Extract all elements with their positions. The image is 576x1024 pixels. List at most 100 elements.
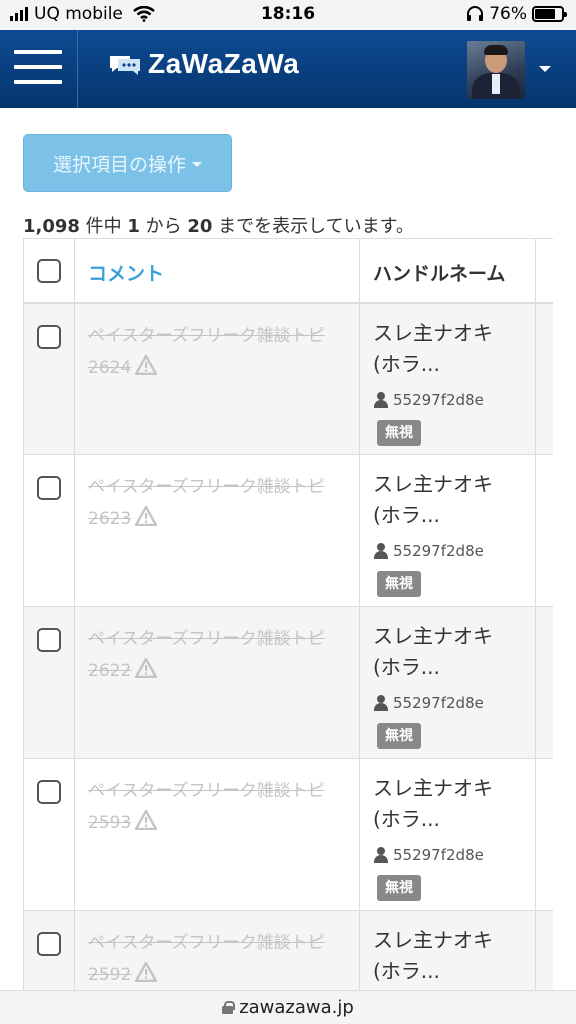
comment-cell[interactable]: ペイスターズフリーク雑談トピ 2592	[74, 910, 360, 990]
column-header-handle: ハンドルネーム	[359, 238, 536, 304]
avatar[interactable]	[467, 41, 525, 99]
lock-icon	[222, 1001, 236, 1014]
comment-title[interactable]: ペイスターズフリーク雑談トピ	[88, 629, 325, 649]
comment-title[interactable]: ペイスターズフリーク雑談トピ	[88, 933, 325, 953]
comment-title[interactable]: ペイスターズフリーク雑談トピ	[88, 781, 325, 801]
column-header-comment[interactable]: コメント	[74, 238, 360, 304]
user-id: 55297f2d8e	[373, 845, 535, 865]
select-all-cell	[23, 238, 75, 304]
truncated-cell	[535, 758, 553, 911]
summary-text-2: から	[139, 216, 188, 237]
user-icon	[373, 695, 389, 711]
table-row[interactable]: ペイスターズフリーク雑談トピ 2623 スレ主ナオキ (ホラ... 55297f2d8e…	[23, 454, 553, 607]
table-row[interactable]: ペイスターズフリーク雑談トピ 2622 スレ主ナオキ (ホラ... 55297f2d8e…	[23, 606, 553, 759]
summary-to: 20	[187, 216, 213, 237]
handle-name-line1[interactable]: スレ主ナオキ	[373, 318, 535, 349]
table-row[interactable]: ペイスターズフリーク雑談トピ 2593 スレ主ナオキ (ホラ... 55297f2d8e…	[23, 758, 553, 911]
chat-bubble-logo-icon	[110, 56, 140, 75]
ignore-button[interactable]: 無視	[377, 419, 421, 446]
user-id-text: 55297f2d8e	[393, 846, 484, 864]
row-select-cell	[23, 910, 75, 990]
comment-number[interactable]: 2592	[88, 965, 131, 985]
row-checkbox[interactable]	[37, 628, 61, 652]
warning-icon	[135, 354, 158, 375]
user-id-text: 55297f2d8e	[393, 390, 484, 409]
handle-name-line2[interactable]: (ホラ...	[373, 804, 535, 835]
comment-cell[interactable]: ペイスターズフリーク雑談トピ 2593	[74, 758, 360, 911]
truncated-cell	[535, 454, 553, 607]
comment-cell[interactable]: ペイスターズフリーク雑談トピ 2624	[74, 302, 360, 455]
row-checkbox[interactable]	[37, 324, 61, 349]
user-id: 55297f2d8e	[373, 390, 535, 410]
ignore-button[interactable]: 無視	[377, 571, 421, 597]
headphones-icon	[467, 6, 484, 21]
chevron-down-icon[interactable]	[539, 66, 551, 72]
row-select-cell	[23, 606, 75, 759]
comment-cell[interactable]: ペイスターズフリーク雑談トピ 2622	[74, 606, 360, 759]
column-header-next	[535, 238, 553, 304]
row-checkbox[interactable]	[37, 476, 61, 500]
row-select-cell	[23, 454, 75, 607]
comment-number[interactable]: 2623	[88, 509, 131, 529]
summary-text-1: 件中	[79, 216, 128, 237]
truncated-cell	[535, 606, 553, 759]
warning-icon	[135, 658, 158, 678]
table-header-row: コメント ハンドルネーム	[23, 238, 553, 304]
ignore-button[interactable]: 無視	[377, 875, 421, 901]
handle-cell: スレ主ナオキ(ホラ... 55297f2d8e 無視	[359, 454, 536, 607]
comment-title[interactable]: ペイスターズフリーク雑談トピ	[88, 477, 325, 497]
table-row[interactable]: ペイスターズフリーク雑談トピ 2592 スレ主ナオキ(ホラ...55297f2d8e…	[23, 910, 553, 990]
comments-table: コメント ハンドルネーム ペイスターズフリーク雑談トピ 2624 スレ主ナオキ (ホラ…	[23, 238, 553, 990]
summary-total: 1,098	[23, 216, 80, 237]
user-icon	[373, 543, 389, 559]
warning-icon	[135, 506, 158, 526]
handle-name-line2[interactable]: (ホラ...	[373, 956, 535, 987]
truncated-cell	[535, 302, 553, 455]
url-domain: zawazawa.jp	[239, 997, 354, 1018]
site-logo[interactable]: ZaWaZaWa	[108, 48, 299, 80]
row-checkbox[interactable]	[37, 932, 61, 956]
select-all-checkbox[interactable]	[37, 259, 61, 283]
user-id: 55297f2d8e	[373, 541, 535, 561]
handle-name-line2[interactable]: (ホラ...	[373, 652, 535, 683]
comment-title[interactable]: ペイスターズフリーク雑談トピ	[88, 326, 325, 346]
browser-url-bar[interactable]: zawazawa.jp	[0, 990, 576, 1024]
caret-down-icon	[192, 162, 202, 167]
comment-number[interactable]: 2622	[88, 661, 131, 681]
site-header: ZaWaZaWa	[0, 30, 576, 108]
status-bar: UQ mobile 18:16 76%	[0, 0, 576, 30]
handle-cell: スレ主ナオキ(ホラ...55297f2d8e無視	[359, 910, 536, 990]
row-select-cell	[23, 758, 75, 911]
summary-from: 1	[127, 216, 140, 237]
handle-name-line1[interactable]: スレ主ナオキ	[373, 925, 535, 956]
table-row[interactable]: ペイスターズフリーク雑談トピ 2624 スレ主ナオキ (ホラ... 55297f2d8e…	[23, 302, 553, 455]
bulk-action-button[interactable]: 選択項目の操作	[23, 134, 232, 192]
header-divider	[77, 30, 78, 108]
handle-name-line1[interactable]: スレ主ナオキ	[373, 621, 535, 652]
hamburger-menu-icon[interactable]	[14, 50, 62, 88]
truncated-cell	[535, 910, 553, 990]
handle-name-line1[interactable]: スレ主ナオキ	[373, 469, 535, 500]
user-id: 55297f2d8e	[373, 693, 535, 713]
user-icon	[373, 847, 389, 863]
handle-name-line2[interactable]: (ホラ...	[373, 349, 535, 380]
handle-name-line1[interactable]: スレ主ナオキ	[373, 773, 535, 804]
summary-text-3: までを表示しています。	[212, 216, 414, 237]
battery-icon	[532, 6, 567, 22]
user-id-text: 55297f2d8e	[393, 542, 484, 560]
comments-table-container[interactable]: コメント ハンドルネーム ペイスターズフリーク雑談トピ 2624 スレ主ナオキ (ホラ…	[23, 238, 553, 990]
row-select-cell	[23, 302, 75, 455]
battery-percent: 76%	[489, 4, 527, 24]
results-summary: 1,098 件中 1 から 20 までを表示しています。	[23, 212, 414, 238]
comment-cell[interactable]: ペイスターズフリーク雑談トピ 2623	[74, 454, 360, 607]
warning-icon	[135, 810, 158, 830]
user-icon	[373, 391, 389, 408]
warning-icon	[135, 962, 158, 982]
handle-name-line2[interactable]: (ホラ...	[373, 500, 535, 531]
row-checkbox[interactable]	[37, 780, 61, 804]
handle-cell: スレ主ナオキ(ホラ... 55297f2d8e 無視	[359, 302, 536, 455]
ignore-button[interactable]: 無視	[377, 723, 421, 749]
logo-text: ZaWaZaWa	[148, 48, 300, 79]
comment-number[interactable]: 2624	[88, 358, 131, 378]
comment-number[interactable]: 2593	[88, 813, 131, 833]
